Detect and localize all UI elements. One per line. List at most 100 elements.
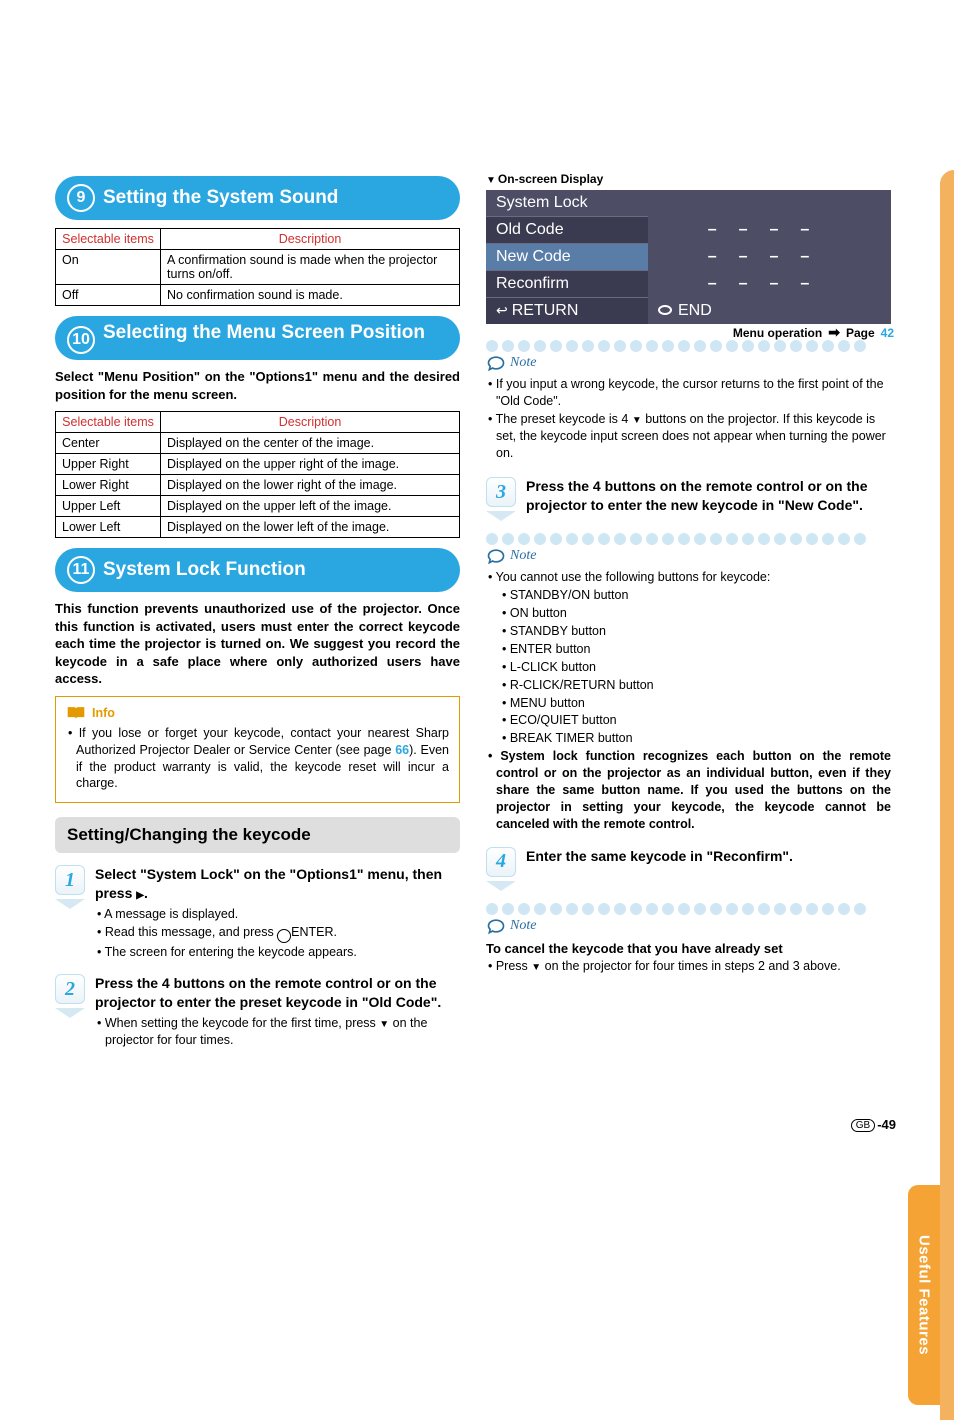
note-heading: Note [486, 547, 891, 565]
step-4: 4 Enter the same keycode in "Reconfirm". [486, 847, 891, 891]
table-cell: Center [56, 433, 161, 454]
osd-row-value: –––– [648, 244, 891, 271]
down-triangle-icon [632, 412, 642, 426]
page-link-66[interactable]: 66 [395, 743, 409, 757]
section-number-9: 9 [67, 184, 95, 212]
end-icon [658, 305, 672, 315]
keycode-subheading: Setting/Changing the keycode [55, 817, 460, 853]
info-box: Info • If you lose or forget your keycod… [55, 696, 460, 804]
table-header: Selectable items [56, 229, 161, 250]
note-sub-item: • MENU button [510, 695, 891, 712]
note-label: Note [510, 355, 536, 371]
section-11-title: System Lock Function [103, 559, 306, 581]
page-ref-num: 42 [881, 326, 894, 340]
step-1: 1 Select "System Lock" on the "Options1"… [55, 865, 460, 962]
note-item: • If you input a wrong keycode, the curs… [496, 376, 891, 410]
osd-row-value: –––– [648, 271, 891, 298]
separator-dots [486, 340, 891, 352]
down-triangle-icon [531, 959, 541, 973]
note-heading: Note [486, 917, 891, 935]
note-sub-item: • ECO/QUIET button [510, 712, 891, 729]
table-cell: Lower Left [56, 517, 161, 538]
table-cell: Off [56, 285, 161, 306]
osd-end: END [648, 298, 891, 325]
table-cell: Displayed on the lower left of the image… [161, 517, 460, 538]
book-icon [66, 705, 86, 721]
step-2: 2 Press the 4 buttons on the remote cont… [55, 974, 460, 1050]
osd-row-label: Old Code [486, 217, 648, 244]
step-4-title: Enter the same keycode in "Reconfirm". [526, 847, 891, 866]
note-sub-item: • BREAK TIMER button [510, 730, 891, 747]
return-arrow-icon: ↩ [496, 302, 508, 318]
step-2-title: Press the 4 buttons on the remote contro… [95, 974, 460, 1012]
table-cell: Displayed on the lower right of the imag… [161, 475, 460, 496]
chevron-down-icon [486, 511, 516, 521]
table-cell: Upper Right [56, 454, 161, 475]
section-10-title: Selecting the Menu Screen Position [103, 322, 425, 344]
step-1-bullet: • Read this message, and press ENTER. [105, 924, 460, 943]
osd-row-value: –––– [648, 217, 891, 244]
arrow-right-icon: ➡ [828, 324, 840, 341]
osd-return: ↩RETURN [486, 298, 648, 325]
cancel-heading: To cancel the keycode that you have alre… [486, 941, 891, 956]
table-cell: Displayed on the upper left of the image… [161, 496, 460, 517]
sidebar-tab-label: Useful Features [916, 1235, 933, 1355]
section-11-heading: 11 System Lock Function [55, 548, 460, 592]
note-item: • You cannot use the following buttons f… [496, 569, 891, 586]
down-triangle-icon [379, 1016, 389, 1030]
table-header: Description [161, 412, 460, 433]
note-icon [486, 547, 506, 565]
page-number: GB-49 [851, 1117, 896, 1132]
step-1-title: Select "System Lock" on the "Options1" m… [95, 865, 460, 903]
section-10-heading: 10 Selecting the Menu Screen Position [55, 316, 460, 360]
step-2-bullet: • When setting the keycode for the first… [105, 1015, 460, 1049]
osd-label: On-screen Display [486, 172, 891, 186]
section-9-heading: 9 Setting the System Sound [55, 176, 460, 220]
table-cell: A confirmation sound is made when the pr… [161, 250, 460, 285]
osd-row-label: Reconfirm [486, 271, 648, 298]
note-heading: Note [486, 354, 891, 372]
table-cell: No confirmation sound is made. [161, 285, 460, 306]
table-cell: Upper Left [56, 496, 161, 517]
right-triangle-icon [136, 885, 144, 901]
region-badge: GB [851, 1119, 875, 1132]
info-text: • If you lose or forget your keycode, co… [66, 725, 449, 793]
info-heading: Info [66, 705, 449, 721]
chevron-down-icon [55, 1008, 85, 1018]
page-number-value: -49 [877, 1117, 896, 1132]
note-sub-item: • L-CLICK button [510, 659, 891, 676]
left-column: 9 Setting the System Sound Selectable it… [55, 170, 460, 1062]
step-number-3: 3 [486, 477, 516, 507]
note-sub-item: • ENTER button [510, 641, 891, 658]
note-sub-item: • STANDBY/ON button [510, 587, 891, 604]
note-label: Note [510, 548, 536, 564]
separator-dots [486, 903, 891, 915]
step-3-title: Press the 4 buttons on the remote contro… [526, 477, 891, 515]
note-item: • The preset keycode is 4 buttons on the… [496, 411, 891, 462]
info-label: Info [92, 706, 115, 720]
section-10-para: Select "Menu Position" on the "Options1"… [55, 368, 460, 403]
chevron-down-icon [486, 881, 516, 891]
section-11-para: This function prevents unauthorized use … [55, 600, 460, 688]
table-cell: Displayed on the upper right of the imag… [161, 454, 460, 475]
section-10-table: Selectable itemsDescription CenterDispla… [55, 411, 460, 538]
step-1-bullet: • The screen for entering the keycode ap… [105, 944, 460, 961]
section-9-title: Setting the System Sound [103, 187, 338, 209]
enter-icon [277, 929, 291, 943]
note-sub-item: • STANDBY button [510, 623, 891, 640]
step-1-bullet: • A message is displayed. [105, 906, 460, 923]
page-edge-strip [940, 170, 954, 1420]
osd-row-label: New Code [486, 244, 648, 271]
note-label: Note [510, 918, 536, 934]
step-3: 3 Press the 4 buttons on the remote cont… [486, 477, 891, 521]
right-column: On-screen Display System Lock Old Code––… [486, 170, 891, 1062]
note-icon [486, 917, 506, 935]
step-number-1: 1 [55, 865, 85, 895]
cancel-list: • Press on the projector for four times … [486, 958, 891, 975]
table-cell: Displayed on the center of the image. [161, 433, 460, 454]
osd-title: System Lock [486, 190, 891, 217]
table-header: Description [161, 229, 460, 250]
step-number-4: 4 [486, 847, 516, 877]
chevron-down-icon [55, 899, 85, 909]
cancel-item: • Press on the projector for four times … [496, 958, 891, 975]
